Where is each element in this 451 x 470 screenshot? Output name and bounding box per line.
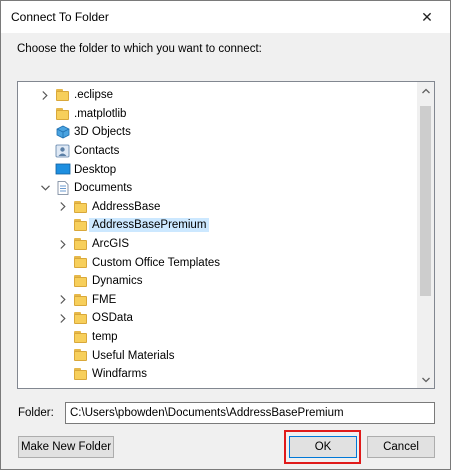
folder-icon [55, 107, 71, 121]
scroll-up-button[interactable] [417, 82, 434, 99]
folder-icon [73, 311, 89, 325]
tree-item-label: Windfarms [92, 368, 147, 381]
contacts-icon [55, 144, 71, 158]
chevron-right-icon[interactable] [58, 295, 68, 305]
tree-item-label: .matplotlib [74, 107, 127, 120]
tree-rows: .eclipse .matplotlib 3D Objects Contacts Des… [18, 86, 418, 384]
folder-label: Folder: [18, 407, 54, 419]
folder-icon [55, 88, 71, 102]
tree-item-label: AddressBasePremium [89, 218, 210, 233]
tree-item[interactable]: AddressBase [18, 198, 418, 217]
title-bar: Connect To Folder ✕ [1, 1, 450, 33]
tree-item[interactable]: Custom Office Templates [18, 253, 418, 272]
tree-item[interactable]: Useful Materials [18, 346, 418, 365]
tree-item[interactable]: temp [18, 328, 418, 347]
folder-icon [73, 237, 89, 251]
tree-item-label: Documents [74, 182, 133, 195]
folder-icon [73, 255, 89, 269]
tree-item[interactable]: .eclipse [18, 86, 418, 105]
folder-tree[interactable]: .eclipse .matplotlib 3D Objects Contacts Des… [17, 81, 435, 389]
close-button[interactable]: ✕ [404, 1, 450, 33]
tree-item[interactable]: Desktop [18, 160, 418, 179]
cancel-button[interactable]: Cancel [367, 436, 435, 458]
tree-item-label: Custom Office Templates [92, 256, 221, 269]
folder-icon [73, 218, 89, 232]
tree-item-label: ArcGIS [92, 238, 130, 251]
tree-item[interactable]: 3D Objects [18, 123, 418, 142]
tree-item[interactable]: Contacts [18, 142, 418, 161]
tree-item[interactable]: .matplotlib [18, 105, 418, 124]
tree-item-label: Desktop [74, 163, 117, 176]
folder-path-input[interactable] [65, 402, 435, 424]
chevron-up-icon [421, 88, 430, 93]
3d-objects-icon [55, 125, 71, 139]
tree-item-label: FME [92, 293, 117, 306]
tree-item-label: AddressBase [92, 200, 161, 213]
ok-button[interactable]: OK [289, 436, 357, 458]
chevron-right-icon[interactable] [58, 202, 68, 212]
make-new-folder-button[interactable]: Make New Folder [18, 436, 114, 458]
window-title: Connect To Folder [11, 10, 109, 24]
desktop-icon [55, 162, 71, 176]
tree-item-label: .eclipse [74, 89, 113, 102]
scroll-down-button[interactable] [417, 371, 434, 388]
tree-item-label: temp [92, 331, 118, 344]
chevron-right-icon[interactable] [58, 313, 68, 323]
chevron-right-icon[interactable] [58, 239, 68, 249]
chevron-down-icon[interactable] [40, 183, 50, 193]
tree-item-label: Contacts [74, 145, 120, 158]
scrollbar-thumb[interactable] [420, 106, 431, 296]
folder-icon [73, 330, 89, 344]
folder-icon [73, 348, 89, 362]
connect-to-folder-dialog: Connect To Folder ✕ Choose the folder to… [0, 0, 451, 470]
folder-icon [73, 200, 89, 214]
chevron-right-icon[interactable] [40, 90, 50, 100]
tree-item[interactable]: ArcGIS [18, 235, 418, 254]
close-icon: ✕ [421, 8, 433, 25]
tree-item[interactable]: Windfarms [18, 365, 418, 384]
chevron-down-icon [421, 377, 430, 382]
vertical-scrollbar[interactable] [417, 82, 434, 388]
tree-item-label: OSData [92, 312, 133, 325]
folder-icon [73, 274, 89, 288]
tree-item[interactable]: Dynamics [18, 272, 418, 291]
tree-item[interactable]: OSData [18, 309, 418, 328]
tree-item-label: Useful Materials [92, 349, 175, 362]
tree-item[interactable]: FME [18, 291, 418, 310]
tree-item[interactable]: AddressBasePremium [18, 216, 418, 235]
prompt-text: Choose the folder to which you want to c… [17, 43, 262, 55]
folder-icon [73, 367, 89, 381]
tree-item[interactable]: Documents [18, 179, 418, 198]
tree-item-label: 3D Objects [74, 126, 131, 139]
documents-icon [55, 181, 71, 195]
folder-icon [73, 293, 89, 307]
tree-item-label: Dynamics [92, 275, 143, 288]
